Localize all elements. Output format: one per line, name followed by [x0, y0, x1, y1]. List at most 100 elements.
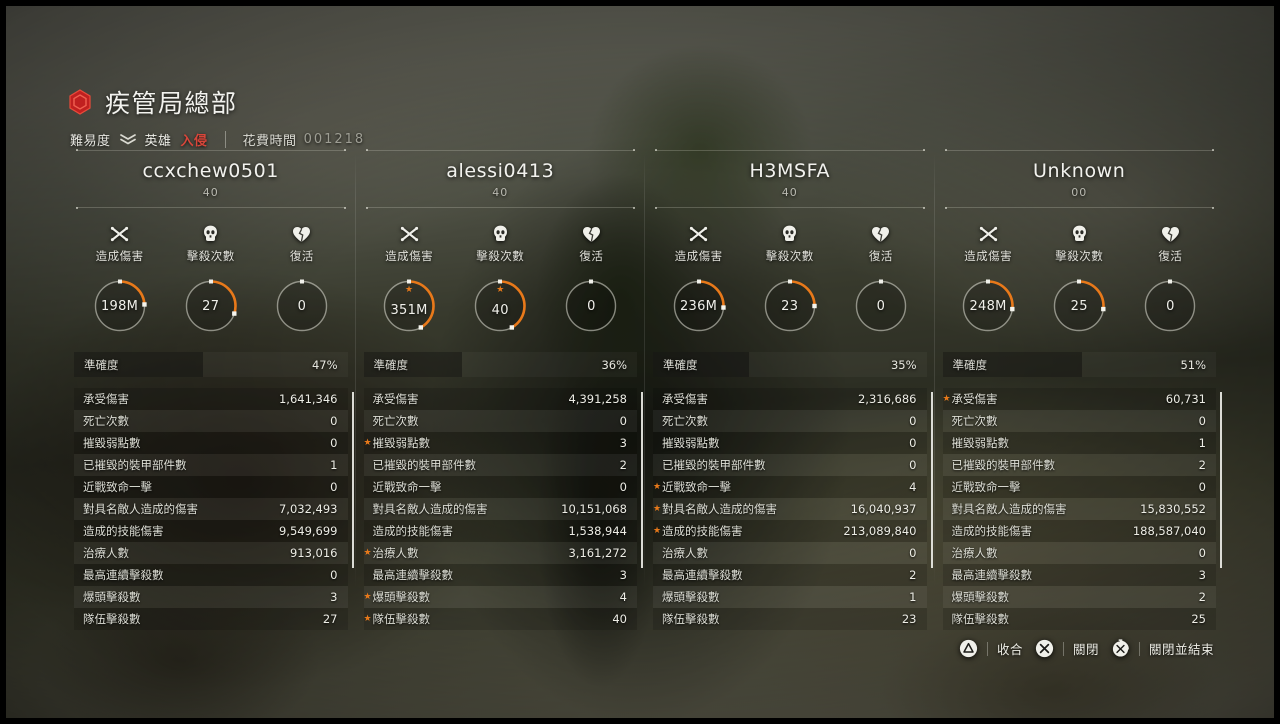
stat-label: 治療人數	[951, 546, 998, 560]
stat-list-scrollbar[interactable]	[930, 392, 933, 568]
stat-row: 死亡次數 0	[74, 410, 348, 432]
stat-list-scrollbar[interactable]	[641, 392, 643, 568]
player-header-4: Unknown 00	[943, 149, 1217, 209]
player-column-4[interactable]: Unknown 00 造成傷害 248M 擊殺次數 25 復活 0 準確度 51% ★ 承受傷害 60,…	[935, 149, 1225, 630]
stat-row: ★ 承受傷害 60,731	[942, 388, 1216, 410]
prompt-label: 關閉	[1072, 642, 1099, 657]
stat-value: 188,587,040	[1132, 524, 1206, 538]
footer-prompt-2[interactable]: 關閉	[1035, 639, 1099, 658]
stat-row: ★ 隊伍擊殺數 40	[363, 608, 637, 630]
circle-stat-label: 造成傷害	[95, 249, 144, 263]
stat-row: 已摧毀的裝甲部件數 1	[74, 454, 348, 476]
stat-label: 造成的技能傷害	[83, 524, 164, 538]
accuracy-row: 準確度 36%	[363, 352, 638, 377]
accuracy-value: 51%	[1180, 357, 1206, 372]
stat-label: 爆頭擊殺數	[662, 590, 720, 604]
stat-value: 3	[1198, 568, 1206, 582]
stat-label: 最高連續擊殺數	[662, 568, 743, 582]
stat-value: 7,032,493	[278, 502, 338, 516]
progress-ring: 27	[183, 278, 239, 334]
stat-label: 隊伍擊殺數	[83, 612, 141, 626]
stat-value: 3	[330, 590, 338, 604]
hexagon-icon	[68, 89, 92, 115]
best-star-icon: ★	[363, 591, 372, 602]
progress-ring: 0	[563, 278, 619, 334]
stat-row: 治療人數 0	[942, 542, 1216, 564]
stat-row: 摧毀弱點數 0	[653, 432, 927, 454]
player-column-2[interactable]: alessi0413 40 造成傷害 ★ 351M 擊殺次數 ★ 40 復活 0 準確度 36% 承受傷…	[356, 149, 645, 630]
stat-value: 15,830,552	[1140, 502, 1206, 516]
circle-stat-3: 復活 0	[550, 224, 632, 334]
stat-label: 近戰致命一擊	[372, 480, 442, 494]
stat-row: 承受傷害 1,641,346	[74, 388, 348, 410]
stat-label: 爆頭擊殺數	[372, 590, 431, 604]
stat-value: 27	[322, 612, 338, 626]
stat-list-scrollbar[interactable]	[1220, 392, 1222, 568]
stat-value: 1,641,346	[278, 392, 338, 406]
circle-stat-1: 造成傷害 ★ 351M	[368, 224, 450, 334]
skull-icon	[1072, 224, 1087, 244]
broken-heart-icon	[871, 224, 890, 244]
stat-row: ★ 造成的技能傷害 213,089,840	[653, 520, 927, 542]
stat-label: 摧毀弱點數	[83, 436, 141, 450]
stat-value: 0	[1198, 414, 1206, 428]
stat-label: 承受傷害	[662, 392, 708, 406]
stat-label: 治療人數	[662, 546, 708, 560]
stat-label: 承受傷害	[83, 392, 129, 406]
stat-value: 40	[612, 612, 627, 626]
circle-stat-label: 復活	[579, 249, 604, 263]
stat-row: 最高連續擊殺數 3	[363, 564, 637, 586]
stat-row: 隊伍擊殺數 23	[653, 608, 927, 630]
player-column-3[interactable]: H3MSFA 40 造成傷害 236M 擊殺次數 23 復活 0 準確度 35% 承受傷害 2,316…	[645, 149, 935, 630]
circle-stat-3: 復活 0	[261, 224, 343, 334]
accuracy-row: 準確度 51%	[942, 352, 1217, 377]
stat-label: 對具名敵人造成的傷害	[372, 502, 488, 516]
stat-row: 近戰致命一擊 0	[942, 476, 1216, 498]
circle-stat-value: 198M	[100, 298, 139, 314]
stat-label: 死亡次數	[662, 414, 708, 428]
player-column-1[interactable]: ccxchew0501 40 造成傷害 198M 擊殺次數 27 復活 0 準確度 47% 承受傷害…	[66, 149, 356, 630]
stat-value: 10,151,068	[561, 502, 627, 516]
circle-stat-label: 造成傷害	[674, 249, 723, 263]
playstation-triangle-icon	[959, 639, 978, 658]
stat-row: 最高連續擊殺數 0	[74, 564, 348, 586]
stat-value: 9,549,699	[278, 524, 338, 538]
player-level: 40	[492, 185, 509, 199]
crossed-swords-icon	[110, 224, 129, 244]
stat-list-scrollbar[interactable]	[351, 392, 354, 568]
circle-stat-1: 造成傷害 248M	[947, 224, 1029, 334]
stat-row: 死亡次數 0	[653, 410, 927, 432]
player-level: 40	[202, 185, 219, 199]
stat-row: 摧毀弱點數 0	[74, 432, 348, 454]
stat-row: 爆頭擊殺數 1	[653, 586, 927, 608]
stat-row: 爆頭擊殺數 3	[74, 586, 348, 608]
stat-label: 隊伍擊殺數	[951, 612, 1010, 626]
accuracy-value: 35%	[890, 357, 917, 372]
stat-row: ★ 近戰致命一擊 4	[653, 476, 927, 498]
stat-row: 造成的技能傷害 1,538,944	[363, 520, 637, 542]
circle-stat-2: 擊殺次數 25	[1038, 224, 1120, 334]
circle-stats: 造成傷害 ★ 351M 擊殺次數 ★ 40 復活 0	[364, 224, 638, 334]
stat-list: 承受傷害 4,391,258 死亡次數 0 ★ 摧毀弱點數 3 已摧毀的裝甲部件數 2 近戰致命一…	[363, 388, 643, 630]
header-divider	[224, 131, 226, 148]
best-star-icon: ★	[363, 547, 372, 558]
stat-label: 最高連續擊殺數	[372, 568, 454, 582]
stat-label: 死亡次數	[372, 414, 419, 428]
broken-heart-icon	[582, 224, 601, 244]
stat-value: 0	[330, 480, 338, 494]
progress-ring: 198M	[92, 278, 148, 334]
stat-value: 2,316,686	[857, 392, 917, 406]
best-star-icon: ★	[653, 481, 662, 492]
stat-value: 0	[909, 458, 917, 472]
stat-value: 213,089,840	[843, 524, 917, 538]
progress-ring: 25	[1051, 278, 1107, 334]
stat-row: 造成的技能傷害 188,587,040	[942, 520, 1216, 542]
stat-label: 最高連續擊殺數	[83, 568, 164, 582]
chevrons-down-icon	[119, 133, 136, 146]
crossed-swords-icon	[400, 224, 419, 244]
footer-prompt-1[interactable]: 收合	[959, 639, 1023, 658]
circle-stat-value: 236M	[679, 298, 718, 314]
stat-value: 2	[1198, 590, 1206, 604]
stat-value: 0	[330, 414, 338, 428]
footer-prompt-3[interactable]: 關閉並結束	[1111, 639, 1214, 658]
